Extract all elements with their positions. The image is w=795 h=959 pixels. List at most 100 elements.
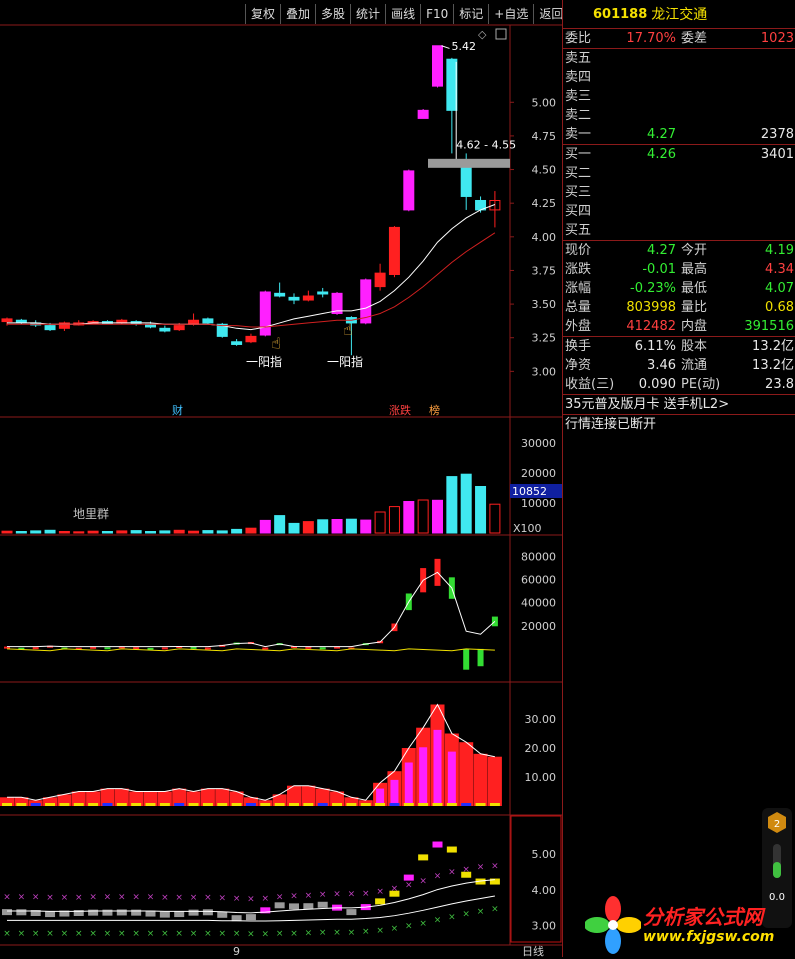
toolbar-biaoji-button[interactable]: 标记 [453, 4, 488, 24]
toolbar-f10-button[interactable]: F10 [420, 4, 453, 24]
candle-body [159, 327, 171, 332]
stat-row-4: 总量 803998 量比 0.68 [563, 298, 795, 317]
pane5-upper-mark: × [46, 893, 54, 903]
pane5-lower-mark: × [362, 927, 370, 937]
candle-body [388, 226, 400, 275]
pane5-block [274, 902, 285, 909]
buy-row-5: 买五 [563, 221, 795, 240]
pane4-bar [459, 742, 474, 806]
volume-bar [58, 531, 70, 534]
pane4-inner-bar [433, 729, 442, 806]
pane4-base-mark [446, 803, 457, 806]
pane5-block [174, 911, 185, 918]
candle-body [58, 322, 70, 329]
buy-row-4: 买四 [563, 202, 795, 221]
pane4-base-mark [274, 803, 285, 806]
pane4-inner-bar [447, 751, 456, 806]
buy-vol: 3401 [760, 147, 794, 162]
pane4-base-mark [231, 803, 242, 806]
stat-row-3: 涨幅 -0.23% 最低 4.07 [563, 279, 795, 298]
volume-bar [403, 501, 415, 534]
pane5-upper-mark: × [376, 887, 384, 897]
promo-link[interactable]: 35元普及版月卡 送手机L2> [563, 395, 795, 415]
stat-row-5: 外盘 412482 内盘 391516 [563, 317, 795, 336]
candle-body [1, 318, 13, 323]
pane5-lower-mark: × [333, 928, 341, 938]
pane3-bar [133, 647, 140, 650]
price-tick: 3.00 [532, 365, 557, 378]
pane5-block [2, 909, 12, 916]
toolbar-huaxian-button[interactable]: 画线 [385, 4, 420, 24]
date-tick: 9 [233, 945, 240, 957]
volume-bar [475, 486, 487, 534]
pane5-block [202, 909, 213, 916]
toolbar-fuquan-button[interactable]: 复权 [245, 4, 280, 24]
volume-bar [202, 530, 214, 534]
fund-row-3: 收益(三) 0.090 PE(动) 23.8 [563, 375, 795, 394]
buy-row-5-label: 买五 [565, 223, 592, 238]
quote-stats: 现价 4.27 今开 4.19 涨跌 -0.01 最高 4.34 涨幅 -0.23% 最低 4.07 总… [563, 241, 795, 337]
pane5-upper-mark: × [362, 889, 370, 899]
pane5-lower-mark: × [391, 924, 399, 934]
hand-cursor-icon: ☝ [271, 333, 281, 352]
candle-body [274, 292, 286, 297]
pane4-base-mark [389, 803, 400, 806]
buy-row-2-label: 买二 [565, 166, 592, 181]
kline-chart-area[interactable]: 3.00 3.25 3.50 3.75 4.00 4.25 4.50 4.75 5.00 5.42… [0, 0, 563, 957]
toolbar-diejia-button[interactable]: 叠加 [280, 4, 315, 24]
pane4-tick: 20.00 [525, 742, 557, 755]
pane5-block [346, 909, 357, 916]
buy-row-1-label: 买一 [565, 147, 592, 162]
pane5-lower-mark: × [305, 928, 313, 938]
pane4-tick: 30.00 [525, 713, 557, 726]
widget-badge: 2 [774, 819, 780, 830]
pane5-upper-mark: × [333, 890, 341, 900]
fund-row-1-label: 换手 [565, 339, 592, 354]
pane5-lower-mark: × [61, 929, 69, 939]
sell-orders: 卖五 卖四 卖三 卖二 卖一 4.27 2378 [563, 49, 795, 145]
pane5-lower-mark: × [3, 929, 11, 939]
pane5-lower-mark: × [276, 929, 284, 939]
stat-row-4-value2: 0.68 [765, 300, 794, 315]
pane4-tick: 10.00 [525, 771, 557, 784]
toolbar-zixuan-button[interactable]: +自选 [488, 4, 533, 24]
fund-row-2: 净资 3.46 流通 13.2亿 [563, 356, 795, 375]
volume-bar [360, 519, 372, 534]
toolbar-tongji-button[interactable]: 统计 [350, 4, 385, 24]
pane5-tick: 5.00 [532, 848, 557, 861]
volume-tick: 20000 [521, 467, 556, 480]
volume-bar [417, 499, 429, 534]
range-bar [428, 158, 510, 168]
pane5-upper-mark: × [419, 876, 427, 886]
pane3-bar [463, 648, 470, 670]
volume-bar [345, 518, 357, 534]
fund-row-1: 换手 6.11% 股本 13.2亿 [563, 337, 795, 356]
pane4-base-mark [461, 803, 472, 806]
price-tick: 3.75 [532, 264, 557, 277]
logo-url: www.fxjgsw.com [643, 929, 775, 945]
kline-chart-svg[interactable]: 3.00 3.25 3.50 3.75 4.00 4.25 4.50 4.75 5.00 5.42… [0, 0, 562, 957]
pane5-upper-mark: × [290, 892, 298, 902]
pane5-lower-mark: × [104, 929, 112, 939]
volume-bar [87, 530, 99, 534]
stat-row-2-label2: 最高 [681, 262, 708, 277]
volume-bar [159, 530, 171, 534]
pane3-bar [161, 647, 168, 650]
pane4-base-mark [418, 803, 429, 806]
pane5-lower-mark: × [290, 929, 298, 939]
pane5-lower-mark: × [348, 928, 356, 938]
stat-row-3-label: 涨幅 [565, 281, 592, 296]
stat-row-2-label: 涨跌 [565, 262, 592, 277]
pane4-inner-bar [404, 762, 413, 806]
pane5-lower-mark: × [491, 905, 499, 915]
hand-cursor-icon: ☝ [343, 320, 353, 339]
event-marker-bang: 榜 [429, 403, 440, 417]
site-logo: 分析家公式网 www.fxjgsw.com [584, 895, 785, 955]
pane4-base-mark [432, 803, 443, 806]
toolbar-duogu-button[interactable]: 多股 [315, 4, 350, 24]
candle-body [417, 109, 429, 119]
sell-row-1: 卖五 [563, 49, 795, 68]
pane5-upper-mark: × [218, 893, 226, 903]
pane4-base-mark [332, 803, 343, 806]
volume-bar [259, 519, 271, 534]
